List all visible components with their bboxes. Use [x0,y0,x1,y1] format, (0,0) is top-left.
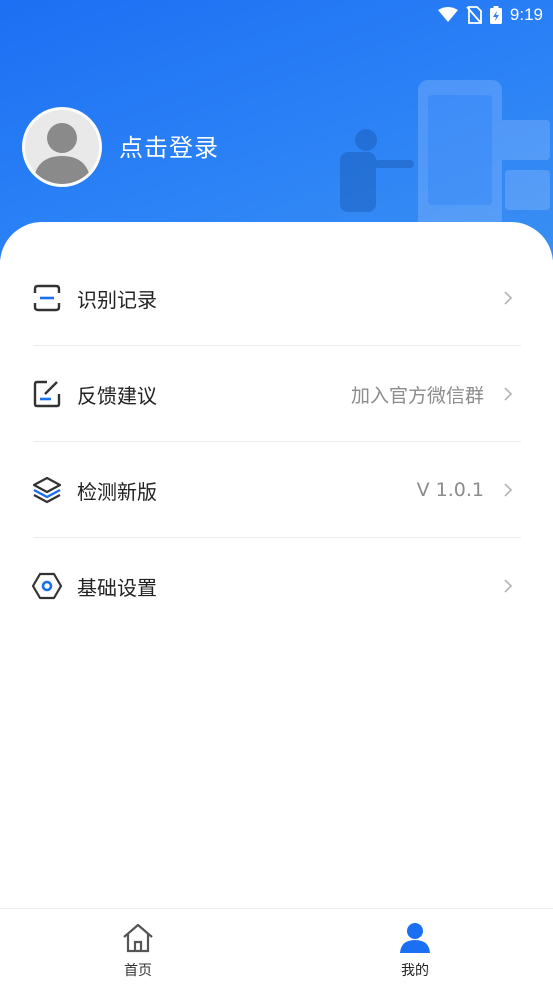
menu-item-settings[interactable]: 基础设置 [0,538,553,634]
chevron-right-icon [504,483,513,497]
scan-record-icon [32,283,62,313]
menu-item-label: 基础设置 [77,575,157,600]
status-time: 9:19 [509,5,543,24]
menu-card: 识别记录 反馈建议 加入官方微信群 检测新版 V 1.0.1 基础设置 [0,222,553,922]
menu-item-value: V 1.0.1 [416,479,484,501]
menu-item-label: 识别记录 [77,287,157,312]
bottom-tab-bar: 首页 我的 [0,908,553,984]
home-icon [123,923,153,953]
settings-hexagon-icon [32,571,62,601]
chevron-right-icon [504,579,513,593]
profile-header: 9:19 点击登录 [0,0,553,260]
menu-item-label: 反馈建议 [77,383,157,408]
chevron-right-icon [504,291,513,305]
menu-item-history[interactable]: 识别记录 [0,250,553,346]
menu-item-label: 检测新版 [77,479,157,504]
tab-home-label: 首页 [124,963,152,979]
tab-mine[interactable]: 我的 [345,909,485,984]
default-avatar-icon [33,123,91,184]
tab-mine-label: 我的 [401,963,429,979]
battery-charging-icon [489,6,502,24]
status-bar: 9:19 [0,0,553,30]
edit-note-icon [32,379,62,409]
avatar[interactable] [22,107,102,187]
menu-item-update[interactable]: 检测新版 V 1.0.1 [0,442,553,538]
chevron-right-icon [504,387,513,401]
wifi-icon [437,7,458,22]
layers-icon [32,475,62,505]
user-icon [400,923,430,953]
no-sim-icon [466,6,482,24]
login-link[interactable]: 点击登录 [119,128,219,163]
menu-item-feedback[interactable]: 反馈建议 加入官方微信群 [0,346,553,442]
tab-home[interactable]: 首页 [68,909,208,984]
menu-item-value: 加入官方微信群 [350,384,484,407]
